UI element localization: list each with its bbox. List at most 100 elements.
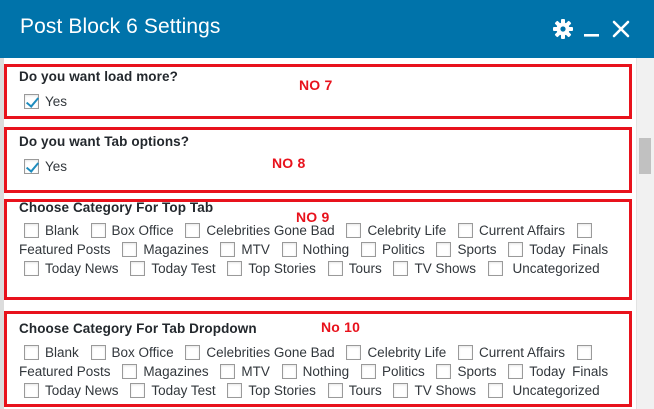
category-item[interactable]: Current Affairs: [453, 345, 568, 360]
category-checkbox[interactable]: [220, 364, 236, 379]
tab-options-heading: Do you want Tab options?: [19, 134, 190, 149]
category-item[interactable]: Finals: [572, 364, 611, 379]
category-label: TV Shows: [414, 261, 476, 276]
category-checkbox[interactable]: [90, 223, 106, 238]
minimize-icon[interactable]: [580, 17, 604, 41]
category-item[interactable]: Celebrity Life: [341, 345, 449, 360]
category-item[interactable]: Featured Posts: [19, 364, 114, 379]
category-checkbox[interactable]: [346, 345, 362, 360]
category-checkbox[interactable]: [130, 261, 146, 276]
category-checkbox[interactable]: [508, 364, 524, 379]
category-item[interactable]: Politics: [356, 242, 428, 257]
category-checkbox[interactable]: [458, 223, 473, 238]
category-checkbox[interactable]: [130, 383, 146, 398]
category-checkbox[interactable]: [508, 242, 524, 257]
category-item[interactable]: Blank: [19, 345, 82, 360]
category-item[interactable]: Celebrities Gone Bad: [180, 223, 337, 238]
category-checkbox[interactable]: [227, 383, 243, 398]
category-item[interactable]: Uncategorized: [513, 261, 603, 276]
category-label: Finals: [572, 242, 609, 257]
category-item[interactable]: Featured Posts: [19, 242, 114, 257]
scrollbar-thumb[interactable]: [639, 138, 651, 174]
category-checkbox[interactable]: [327, 261, 343, 276]
category-label: Nothing: [302, 364, 350, 379]
category-item[interactable]: Today: [503, 364, 568, 379]
gear-icon[interactable]: [551, 17, 575, 41]
category-checkbox[interactable]: [576, 345, 592, 360]
category-item[interactable]: TV Shows: [388, 383, 479, 398]
category-checkbox[interactable]: [90, 345, 106, 360]
category-label: Tours: [348, 261, 382, 276]
category-checkbox[interactable]: [24, 261, 39, 276]
tab-options-option-label: Yes: [45, 158, 68, 174]
category-checkbox[interactable]: [458, 345, 473, 360]
category-item[interactable]: Finals: [572, 242, 611, 257]
category-item[interactable]: Box Office: [86, 345, 177, 360]
load-more-checkbox[interactable]: [24, 93, 39, 109]
category-checkbox[interactable]: [220, 242, 236, 257]
category-item[interactable]: Magazines: [117, 364, 211, 379]
category-checkbox[interactable]: [360, 364, 376, 379]
category-checkbox[interactable]: [436, 364, 452, 379]
category-checkbox[interactable]: [436, 242, 452, 257]
category-checkbox[interactable]: [327, 383, 343, 398]
category-checkbox[interactable]: [393, 383, 409, 398]
category-item[interactable]: Magazines: [117, 242, 211, 257]
category-checkbox[interactable]: [227, 261, 243, 276]
category-item[interactable]: Politics: [356, 364, 428, 379]
category-item[interactable]: TV Shows: [388, 261, 479, 276]
category-checkbox[interactable]: [393, 261, 409, 276]
category-item[interactable]: Celebrities Gone Bad: [180, 345, 337, 360]
vertical-scrollbar[interactable]: [636, 58, 654, 409]
category-label: Sports: [457, 364, 497, 379]
category-label: Uncategorized: [512, 383, 600, 398]
category-item[interactable]: Sports: [431, 364, 499, 379]
category-checkbox[interactable]: [122, 242, 138, 257]
category-item[interactable]: [483, 383, 509, 398]
category-checkbox[interactable]: [24, 345, 39, 360]
category-checkbox[interactable]: [281, 242, 297, 257]
category-checkbox[interactable]: [346, 223, 362, 238]
category-item[interactable]: [572, 223, 598, 238]
category-item[interactable]: Top Stories: [222, 261, 319, 276]
category-checkbox[interactable]: [576, 223, 592, 238]
category-item[interactable]: Nothing: [277, 364, 353, 379]
category-item[interactable]: Sports: [431, 242, 499, 257]
category-checkbox[interactable]: [360, 242, 376, 257]
category-item[interactable]: Tours: [323, 261, 385, 276]
category-checkbox[interactable]: [24, 383, 39, 398]
tab-options-checkbox[interactable]: [24, 158, 39, 174]
category-item[interactable]: MTV: [215, 364, 273, 379]
category-item[interactable]: Today Test: [125, 261, 218, 276]
load-more-option[interactable]: Yes: [24, 93, 67, 109]
category-item[interactable]: [572, 345, 598, 360]
category-label: MTV: [241, 242, 270, 257]
category-item[interactable]: Top Stories: [222, 383, 319, 398]
category-checkbox[interactable]: [24, 223, 39, 238]
category-item[interactable]: Today News: [19, 383, 122, 398]
category-checkbox[interactable]: [487, 383, 503, 398]
close-icon[interactable]: [609, 17, 633, 41]
category-checkbox[interactable]: [281, 364, 297, 379]
category-item[interactable]: Nothing: [277, 242, 353, 257]
tab-options-option[interactable]: Yes: [24, 158, 67, 174]
category-item[interactable]: Tours: [323, 383, 385, 398]
category-item[interactable]: [483, 261, 509, 276]
category-checkbox[interactable]: [122, 364, 138, 379]
category-label: Sports: [457, 242, 497, 257]
dialog-titlebar: Post Block 6 Settings: [0, 0, 654, 58]
category-item[interactable]: Current Affairs: [453, 223, 568, 238]
category-item[interactable]: MTV: [215, 242, 273, 257]
category-checkbox[interactable]: [185, 345, 201, 360]
category-checkbox[interactable]: [185, 223, 201, 238]
category-item[interactable]: Uncategorized: [513, 383, 603, 398]
category-checkbox[interactable]: [487, 261, 503, 276]
category-item[interactable]: Celebrity Life: [341, 223, 449, 238]
category-item[interactable]: Today Test: [125, 383, 218, 398]
category-item[interactable]: Box Office: [86, 223, 177, 238]
category-label: Celebrities Gone Bad: [206, 345, 335, 360]
category-item[interactable]: Blank: [19, 223, 82, 238]
category-item[interactable]: Today: [503, 242, 568, 257]
category-item[interactable]: Today News: [19, 261, 122, 276]
tab-dropdown-category-heading: Choose Category For Tab Dropdown: [19, 321, 257, 336]
